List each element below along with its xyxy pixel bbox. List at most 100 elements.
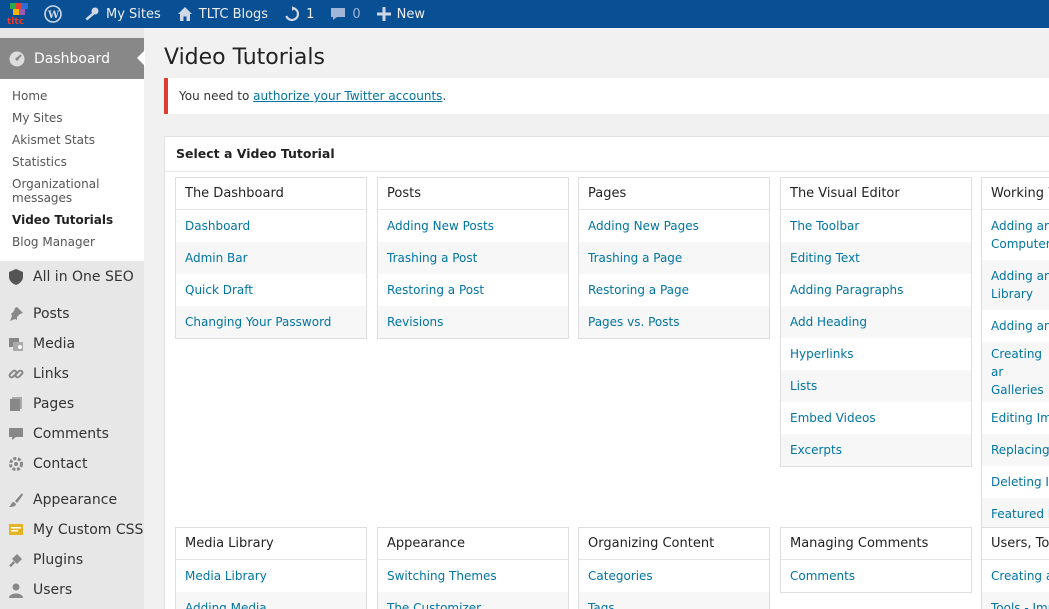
menu-posts-label: Posts <box>33 306 70 322</box>
section-title: Managing Comments <box>781 528 971 560</box>
tutorial-link[interactable]: Trashing a Page <box>579 242 769 274</box>
menu-users[interactable]: Users <box>0 575 144 605</box>
section-title: Organizing Content <box>579 528 769 560</box>
svg-text:tltc: tltc <box>7 17 24 26</box>
section-title: Working W <box>982 178 1049 210</box>
comment-bubble-icon <box>331 8 346 20</box>
home-icon <box>177 7 192 21</box>
section-title: The Visual Editor <box>781 178 971 210</box>
my-sites-label: My Sites <box>106 6 161 22</box>
tutorial-link[interactable]: Add Heading <box>781 306 971 338</box>
tutorial-link[interactable]: Media Library <box>176 560 366 592</box>
tutorial-link[interactable]: Tools - Imp <box>982 592 1049 609</box>
tutorial-link[interactable]: Restoring a Page <box>579 274 769 306</box>
section-the-dashboard: The Dashboard Dashboard Admin Bar Quick … <box>175 177 367 339</box>
tutorial-link[interactable]: Adding an <box>982 310 1049 342</box>
tutorial-link[interactable]: Lists <box>781 370 971 402</box>
tutorial-link[interactable]: Excerpts <box>781 434 971 466</box>
authorize-twitter-link[interactable]: authorize your Twitter accounts <box>253 89 442 103</box>
menu-my-custom-css[interactable]: My Custom CSS <box>0 515 144 545</box>
tutorial-link[interactable]: Adding New Posts <box>378 210 568 242</box>
admin-bar: tltc W My Sites TLTC Blogs 1 0 New <box>0 0 1049 28</box>
menu-my-custom-css-label: My Custom CSS <box>33 522 144 538</box>
tutorial-link[interactable]: Creating an <box>982 560 1049 592</box>
tltc-logo[interactable]: tltc <box>0 0 36 28</box>
tutorial-link[interactable]: Editing Text <box>781 242 971 274</box>
menu-links[interactable]: Links <box>0 359 144 389</box>
submenu-blog-manager[interactable]: Blog Manager <box>0 231 144 253</box>
my-sites-menu[interactable]: My Sites <box>76 0 169 28</box>
tutorial-link[interactable]: Dashboard <box>176 210 366 242</box>
panel-title: Select a Video Tutorial <box>176 146 335 161</box>
section-title: The Dashboard <box>176 178 366 210</box>
tutorial-link[interactable]: Creating ar Galleries <box>982 342 1049 402</box>
section-media-library: Media Library Media Library Adding Media <box>175 527 367 609</box>
comments-menu[interactable]: 0 <box>322 0 368 28</box>
dashboard-gauge-icon <box>9 51 25 66</box>
css-icon <box>8 522 24 538</box>
user-icon <box>8 582 24 598</box>
submenu-my-sites[interactable]: My Sites <box>0 107 144 129</box>
menu-dashboard[interactable]: Dashboard <box>0 38 145 79</box>
submenu-home[interactable]: Home <box>0 85 144 107</box>
tutorial-link[interactable]: Adding New Pages <box>579 210 769 242</box>
tutorial-link[interactable]: Comments <box>781 560 971 592</box>
tutorial-link[interactable]: Restoring a Post <box>378 274 568 306</box>
submenu-video-tutorials[interactable]: Video Tutorials <box>0 209 144 231</box>
tutorial-link[interactable]: Revisions <box>378 306 568 338</box>
tutorial-link[interactable]: Deleting In <box>982 466 1049 498</box>
tutorial-link[interactable]: Featured In <box>982 498 1049 530</box>
menu-comments[interactable]: Comments <box>0 419 144 449</box>
menu-media-label: Media <box>33 336 76 352</box>
main-content: Video Tutorials You need to authorize yo… <box>144 28 1049 609</box>
tutorial-link[interactable]: Trashing a Post <box>378 242 568 274</box>
admin-sidebar: Dashboard Home My Sites Akismet Stats St… <box>0 28 145 609</box>
tutorial-link[interactable]: Changing Your Password <box>176 306 366 338</box>
tutorial-link[interactable]: Adding Media <box>176 592 366 609</box>
site-name-menu[interactable]: TLTC Blogs <box>169 0 276 28</box>
svg-text:W: W <box>47 10 60 21</box>
submenu-organizational-messages[interactable]: Organizational messages <box>0 173 144 209</box>
menu-contact-label: Contact <box>33 456 88 472</box>
menu-pages-label: Pages <box>33 396 75 412</box>
menu-posts[interactable]: Posts <box>0 299 144 329</box>
site-name-label: TLTC Blogs <box>198 6 269 22</box>
tutorial-link[interactable]: Embed Videos <box>781 402 971 434</box>
page-title: Video Tutorials <box>164 45 325 70</box>
tutorial-link[interactable]: Replacing a <box>982 434 1049 466</box>
tutorial-link[interactable]: Adding Paragraphs <box>781 274 971 306</box>
menu-dashboard-label: Dashboard <box>34 50 110 67</box>
tutorial-link[interactable]: The Customizer <box>378 592 568 609</box>
submenu-statistics[interactable]: Statistics <box>0 151 144 173</box>
submenu-akismet-stats[interactable]: Akismet Stats <box>0 129 144 151</box>
menu-pages[interactable]: Pages <box>0 389 144 419</box>
section-pages: Pages Adding New Pages Trashing a Page R… <box>578 177 770 339</box>
tutorial-link[interactable]: Adding an Library <box>982 260 1049 310</box>
new-label: New <box>396 6 425 22</box>
section-title: Posts <box>378 178 568 210</box>
tutorial-link[interactable]: Tags <box>579 592 769 609</box>
menu-plugins[interactable]: Plugins <box>0 545 144 575</box>
menu-contact[interactable]: Contact <box>0 449 144 479</box>
tutorial-link[interactable]: Adding an Computer <box>982 210 1049 260</box>
section-visual-editor: The Visual Editor The Toolbar Editing Te… <box>780 177 972 467</box>
tutorial-link[interactable]: Categories <box>579 560 769 592</box>
menu-plugins-label: Plugins <box>33 552 84 568</box>
tutorial-link[interactable]: Quick Draft <box>176 274 366 306</box>
tutorial-link[interactable]: Editing Ima <box>982 402 1049 434</box>
updates-menu[interactable]: 1 <box>276 0 322 28</box>
section-users-tools: Users, Too Creating an Tools - Imp <box>981 527 1049 609</box>
media-icon <box>8 336 24 352</box>
notice-prefix: You need to <box>179 89 254 103</box>
new-content-menu[interactable]: New <box>369 0 433 28</box>
wordpress-menu[interactable]: W <box>36 0 76 28</box>
menu-appearance-label: Appearance <box>33 492 118 508</box>
tutorial-link[interactable]: Hyperlinks <box>781 338 971 370</box>
menu-media[interactable]: Media <box>0 329 144 359</box>
tutorial-link[interactable]: Switching Themes <box>378 560 568 592</box>
menu-appearance[interactable]: Appearance <box>0 485 144 515</box>
tutorial-link[interactable]: Admin Bar <box>176 242 366 274</box>
tutorial-link[interactable]: The Toolbar <box>781 210 971 242</box>
menu-all-in-one-seo[interactable]: All in One SEO <box>0 261 144 293</box>
tutorial-link[interactable]: Pages vs. Posts <box>579 306 769 338</box>
